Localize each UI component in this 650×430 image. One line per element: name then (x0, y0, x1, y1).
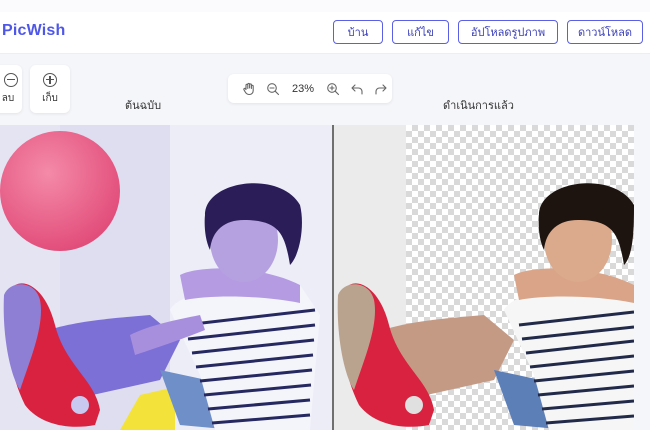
minus-circle-icon (4, 72, 18, 87)
right-margin (634, 125, 650, 430)
result-image (334, 125, 634, 430)
edit-button[interactable]: แก้ไข (392, 20, 449, 44)
download-button[interactable]: ดาวน์โหลด (567, 20, 643, 44)
remove-brush-button[interactable]: ลบ (0, 65, 22, 113)
upload-image-button[interactable]: อัปโหลดรูปภาพ (458, 20, 558, 44)
zoom-in-icon[interactable] (326, 82, 340, 96)
original-label: ต้นฉบับ (125, 99, 162, 112)
result-label: ดำเนินการแล้ว (443, 99, 514, 112)
picwish-logo[interactable]: PicWish (2, 22, 66, 40)
zoom-toolbar: 23% (228, 74, 392, 103)
plus-circle-icon (43, 72, 57, 87)
keep-label: เก็บ (42, 92, 58, 104)
zoom-level: 23% (291, 82, 315, 95)
pink-ball (0, 131, 120, 251)
top-strip (0, 0, 650, 12)
home-button[interactable]: บ้าน (333, 20, 383, 44)
undo-icon[interactable] (350, 82, 364, 96)
original-image (0, 125, 332, 430)
remove-label: ลบ (1, 92, 15, 104)
hand-icon[interactable] (242, 82, 256, 96)
keep-brush-button[interactable]: เก็บ (30, 65, 70, 113)
zoom-out-icon[interactable] (266, 82, 280, 96)
redo-icon[interactable] (374, 82, 388, 96)
navbar: PicWish บ้าน แก้ไข อัปโหลดรูปภาพ ดาวน์โห… (0, 12, 650, 54)
